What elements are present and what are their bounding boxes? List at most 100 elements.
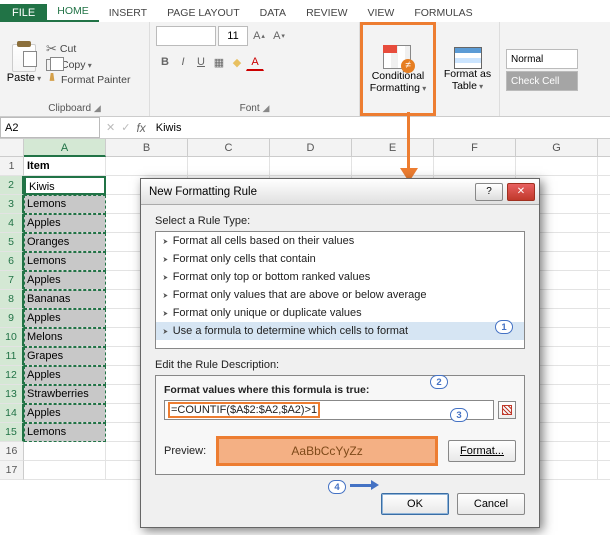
data-cell[interactable]: Strawberries (24, 385, 106, 404)
row-header[interactable]: 10 (0, 328, 24, 347)
dialog-help-button[interactable]: ? (475, 183, 503, 201)
format-button[interactable]: Format... (448, 440, 516, 462)
empty-cell[interactable] (598, 271, 610, 290)
dialog-titlebar[interactable]: New Formatting Rule ? ✕ (141, 179, 539, 205)
rule-item[interactable]: Format only top or bottom ranked values (156, 268, 524, 286)
row-header[interactable]: 2 (0, 176, 24, 195)
data-cell[interactable]: Item (24, 157, 106, 176)
border-button[interactable]: ▦ (210, 53, 228, 71)
empty-cell[interactable] (24, 461, 106, 480)
underline-button[interactable]: U (192, 53, 210, 71)
copy-button[interactable]: Copy (46, 59, 130, 71)
data-cell[interactable]: Lemons (24, 423, 106, 442)
empty-cell[interactable] (352, 157, 434, 176)
conditional-formatting-button[interactable]: ≠ Conditional Formatting (369, 45, 427, 94)
col-header-a[interactable]: A (24, 139, 106, 157)
empty-cell[interactable] (598, 157, 610, 176)
ok-button[interactable]: OK (381, 493, 449, 515)
empty-cell[interactable] (106, 157, 188, 176)
clipboard-expand-icon[interactable]: ◢ (94, 103, 101, 113)
name-box[interactable] (0, 117, 100, 138)
row-header[interactable]: 13 (0, 385, 24, 404)
select-all-button[interactable] (0, 139, 24, 157)
fill-color-button[interactable]: ◆ (228, 53, 246, 71)
empty-cell[interactable] (598, 252, 610, 271)
formula-input[interactable] (152, 117, 610, 138)
format-painter-button[interactable]: Format Painter (46, 73, 130, 87)
empty-cell[interactable] (598, 442, 610, 461)
data-cell[interactable]: Apples (24, 366, 106, 385)
row-header[interactable]: 7 (0, 271, 24, 290)
data-cell[interactable]: Lemons (24, 252, 106, 271)
col-header[interactable]: E (352, 139, 434, 157)
empty-cell[interactable] (598, 309, 610, 328)
data-cell[interactable]: Kiwis (24, 176, 106, 195)
rule-item[interactable]: Format all cells based on their values (156, 232, 524, 250)
empty-cell[interactable] (598, 290, 610, 309)
col-header[interactable]: D (270, 139, 352, 157)
col-header[interactable]: G (516, 139, 598, 157)
empty-cell[interactable] (598, 214, 610, 233)
row-header[interactable]: 4 (0, 214, 24, 233)
row-header[interactable]: 5 (0, 233, 24, 252)
bold-button[interactable]: B (156, 53, 174, 71)
empty-cell[interactable] (598, 404, 610, 423)
rule-item[interactable]: Format only cells that contain (156, 250, 524, 268)
tab-file[interactable]: FILE (0, 4, 47, 22)
row-header[interactable]: 6 (0, 252, 24, 271)
row-header[interactable]: 17 (0, 461, 24, 480)
cut-button[interactable]: ✂Cut (46, 41, 130, 57)
fx-icon[interactable]: fx (136, 121, 145, 135)
empty-cell[interactable] (598, 423, 610, 442)
row-header[interactable]: 8 (0, 290, 24, 309)
col-header[interactable]: C (188, 139, 270, 157)
shrink-font-button[interactable]: A (270, 27, 288, 45)
tab-formulas[interactable]: FORMULAS (404, 4, 482, 22)
empty-cell[interactable] (598, 233, 610, 252)
rule-item[interactable]: Format only unique or duplicate values (156, 304, 524, 322)
range-picker-button[interactable] (498, 401, 516, 419)
tab-home[interactable]: HOME (47, 2, 99, 22)
empty-cell[interactable] (598, 195, 610, 214)
empty-cell[interactable] (598, 176, 610, 195)
col-header[interactable]: F (434, 139, 516, 157)
font-size-input[interactable] (218, 26, 248, 46)
paste-button[interactable]: Paste (6, 44, 42, 84)
font-expand-icon[interactable]: ◢ (262, 103, 269, 113)
row-header[interactable]: 15 (0, 423, 24, 442)
data-cell[interactable]: Apples (24, 271, 106, 290)
tab-review[interactable]: REVIEW (296, 4, 357, 22)
empty-cell[interactable] (598, 385, 610, 404)
tab-data[interactable]: DATA (250, 4, 296, 22)
cell-style-normal[interactable]: Normal (506, 49, 578, 69)
row-header[interactable]: 3 (0, 195, 24, 214)
col-header[interactable]: B (106, 139, 188, 157)
rule-item[interactable]: Format only values that are above or bel… (156, 286, 524, 304)
row-header[interactable]: 11 (0, 347, 24, 366)
col-header[interactable]: H (598, 139, 610, 157)
grow-font-button[interactable]: A (250, 27, 268, 45)
empty-cell[interactable] (270, 157, 352, 176)
data-cell[interactable]: Lemons (24, 195, 106, 214)
data-cell[interactable]: Bananas (24, 290, 106, 309)
empty-cell[interactable] (598, 461, 610, 480)
cancel-button[interactable]: Cancel (457, 493, 525, 515)
row-header[interactable]: 12 (0, 366, 24, 385)
row-header[interactable]: 9 (0, 309, 24, 328)
font-color-button[interactable]: A (246, 53, 264, 71)
data-cell[interactable]: Melons (24, 328, 106, 347)
tab-view[interactable]: VIEW (357, 4, 404, 22)
rule-formula-input[interactable]: =COUNTIF($A$2:$A2,$A2)>1 (168, 402, 320, 418)
row-header[interactable]: 16 (0, 442, 24, 461)
data-cell[interactable]: Apples (24, 309, 106, 328)
row-header[interactable]: 1 (0, 157, 24, 176)
tab-insert[interactable]: INSERT (99, 4, 157, 22)
empty-cell[interactable] (188, 157, 270, 176)
row-header[interactable]: 14 (0, 404, 24, 423)
italic-button[interactable]: I (174, 53, 192, 71)
rule-type-list[interactable]: Format all cells based on their values F… (155, 231, 525, 349)
empty-cell[interactable] (516, 157, 598, 176)
font-name-input[interactable] (156, 26, 216, 46)
cancel-formula-icon[interactable]: ✕ (106, 121, 115, 134)
data-cell[interactable]: Grapes (24, 347, 106, 366)
